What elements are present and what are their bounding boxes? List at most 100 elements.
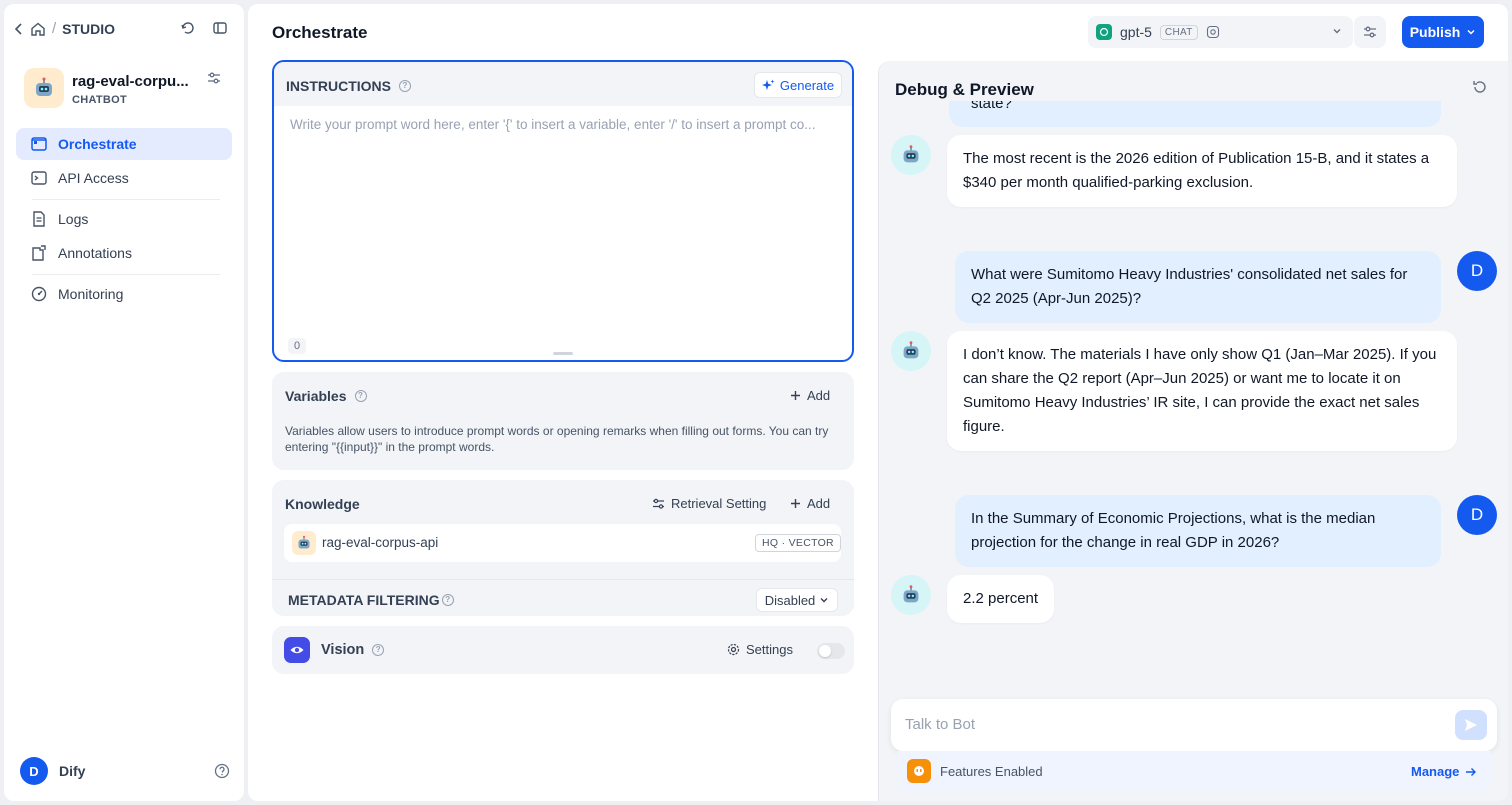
page-title: Orchestrate — [272, 23, 368, 42]
retrieval-setting-button[interactable]: Retrieval Setting — [652, 496, 766, 511]
gauge-icon — [30, 285, 48, 303]
collapse-sidebar-icon[interactable] — [212, 20, 228, 36]
manage-label: Manage — [1411, 764, 1460, 779]
app-name: rag-eval-corpu... — [72, 73, 189, 90]
layout-icon — [30, 135, 48, 153]
variables-description: Variables allow users to introduce promp… — [285, 424, 829, 454]
message-user: In the Summary of Economic Projections, … — [955, 495, 1441, 567]
nav-logs[interactable]: Logs — [16, 203, 232, 235]
variables-heading: Variables ? — [285, 388, 367, 404]
model-mode-badge: CHAT — [1159, 24, 1198, 40]
help-icon: ? — [441, 594, 454, 606]
resize-handle[interactable] — [553, 352, 573, 355]
message-bot: 2.2 percent — [947, 575, 1055, 623]
sync-icon[interactable] — [180, 20, 196, 36]
add-label: Add — [807, 388, 831, 403]
instructions-heading: INSTRUCTIONS ? — [286, 78, 411, 94]
add-variable-button[interactable]: Add — [790, 388, 830, 403]
chat-input-box: Talk to Bot — [891, 699, 1497, 751]
vision-settings-button[interactable]: Settings — [727, 642, 793, 657]
help-icon: ? — [372, 644, 385, 656]
features-bar: Features Enabled Manage — [897, 751, 1491, 791]
chevron-left-icon[interactable] — [14, 22, 24, 36]
divider — [272, 579, 854, 580]
message-text: In the Summary of Economic Projections, … — [971, 510, 1376, 551]
chevron-down-icon — [1331, 25, 1343, 37]
nav-api-access[interactable]: API Access — [16, 162, 232, 194]
metadata-value: Disabled — [764, 592, 816, 608]
terminal-icon — [30, 169, 48, 187]
message-text: 2.2 percent — [963, 590, 1039, 607]
main-panel: Orchestrate gpt-5 CHAT Publish INSTRUCTI… — [248, 4, 1508, 801]
add-knowledge-button[interactable]: Add — [790, 496, 830, 511]
knowledge-panel: Knowledge Retrieval Setting Add rag-eval… — [272, 480, 854, 616]
dataset-name: rag-eval-corpus-api — [322, 535, 439, 550]
generate-button[interactable]: Generate — [754, 72, 842, 98]
model-feature-icon — [1206, 25, 1220, 39]
robot-icon — [298, 535, 310, 549]
bot-avatar — [891, 331, 931, 371]
model-params-button[interactable] — [1354, 16, 1386, 48]
nav-orchestrate[interactable]: Orchestrate — [16, 128, 232, 160]
user-avatar: D — [1457, 251, 1497, 291]
nav-label: API Access — [58, 170, 129, 186]
sparkle-icon — [761, 79, 775, 92]
user-avatar: D — [1457, 495, 1497, 535]
bot-avatar — [891, 575, 931, 615]
breadcrumb-separator: / — [52, 20, 57, 37]
features-icon — [907, 759, 931, 783]
message-text: The most recent is the 2026 edition of P… — [963, 150, 1430, 191]
model-name: gpt-5 — [1120, 24, 1152, 40]
message-bot: The most recent is the 2026 edition of P… — [947, 135, 1457, 207]
chevron-down-icon — [819, 595, 829, 605]
metadata-title: METADATA FILTERING — [288, 592, 440, 608]
robot-icon — [903, 585, 919, 603]
message-text: I don’t know. The materials I have only … — [963, 346, 1437, 435]
send-button[interactable] — [1455, 710, 1487, 740]
nav-annotations[interactable]: Annotations — [16, 237, 232, 269]
file-list-icon — [30, 210, 48, 228]
breadcrumb: / STUDIO — [14, 20, 115, 37]
prompt-editor[interactable]: Write your prompt word here, enter '{' t… — [290, 117, 838, 132]
help-icon[interactable] — [214, 763, 230, 779]
metadata-filtering-heading: METADATA FILTERING ? — [288, 592, 454, 608]
breadcrumb-studio[interactable]: STUDIO — [62, 21, 115, 37]
eye-icon — [284, 637, 310, 663]
gear-icon — [727, 643, 740, 656]
variables-panel: Variables ? Add Variables allow users to… — [272, 372, 854, 470]
chat-input[interactable]: Talk to Bot — [905, 716, 975, 733]
user-avatar[interactable]: D — [20, 757, 48, 785]
dataset-item[interactable]: rag-eval-corpus-api HQ · VECTOR — [284, 524, 841, 562]
instructions-panel: INSTRUCTIONS ? Generate Write your promp… — [272, 60, 854, 362]
manage-features-link[interactable]: Manage — [1411, 764, 1477, 779]
message-text: What were Sumitomo Heavy Industries' con… — [971, 266, 1408, 307]
metadata-filter-select[interactable]: Disabled — [756, 588, 838, 612]
nav-monitoring[interactable]: Monitoring — [16, 278, 232, 310]
send-icon — [1464, 718, 1478, 732]
nav-divider — [32, 199, 220, 200]
vision-toggle[interactable] — [817, 643, 845, 659]
nav-label: Monitoring — [58, 286, 124, 302]
dataset-icon — [292, 531, 316, 555]
settings-label: Settings — [746, 642, 793, 657]
plus-icon — [790, 390, 801, 401]
nav-label: Logs — [58, 211, 89, 227]
home-icon[interactable] — [30, 21, 46, 37]
dataset-badge: HQ · VECTOR — [755, 534, 841, 552]
app-settings-icon[interactable] — [206, 70, 222, 86]
workspace-name[interactable]: Dify — [59, 763, 85, 779]
chevron-down-icon — [1466, 27, 1476, 37]
arrow-right-icon — [1465, 766, 1477, 778]
message-user: What were Sumitomo Heavy Industries' con… — [955, 251, 1441, 323]
model-selector[interactable]: gpt-5 CHAT — [1088, 16, 1353, 48]
publish-button[interactable]: Publish — [1402, 16, 1484, 48]
robot-icon — [36, 77, 52, 96]
help-icon: ? — [354, 390, 367, 402]
app-avatar — [24, 68, 64, 108]
add-label: Add — [807, 496, 831, 511]
sidebar: / STUDIO rag-eval-corpu... CHATBOT Orche… — [4, 4, 244, 801]
sliders-icon — [1362, 24, 1378, 40]
refresh-icon[interactable] — [1472, 79, 1488, 95]
generate-label: Generate — [779, 77, 835, 93]
knowledge-title: Knowledge — [285, 496, 360, 512]
